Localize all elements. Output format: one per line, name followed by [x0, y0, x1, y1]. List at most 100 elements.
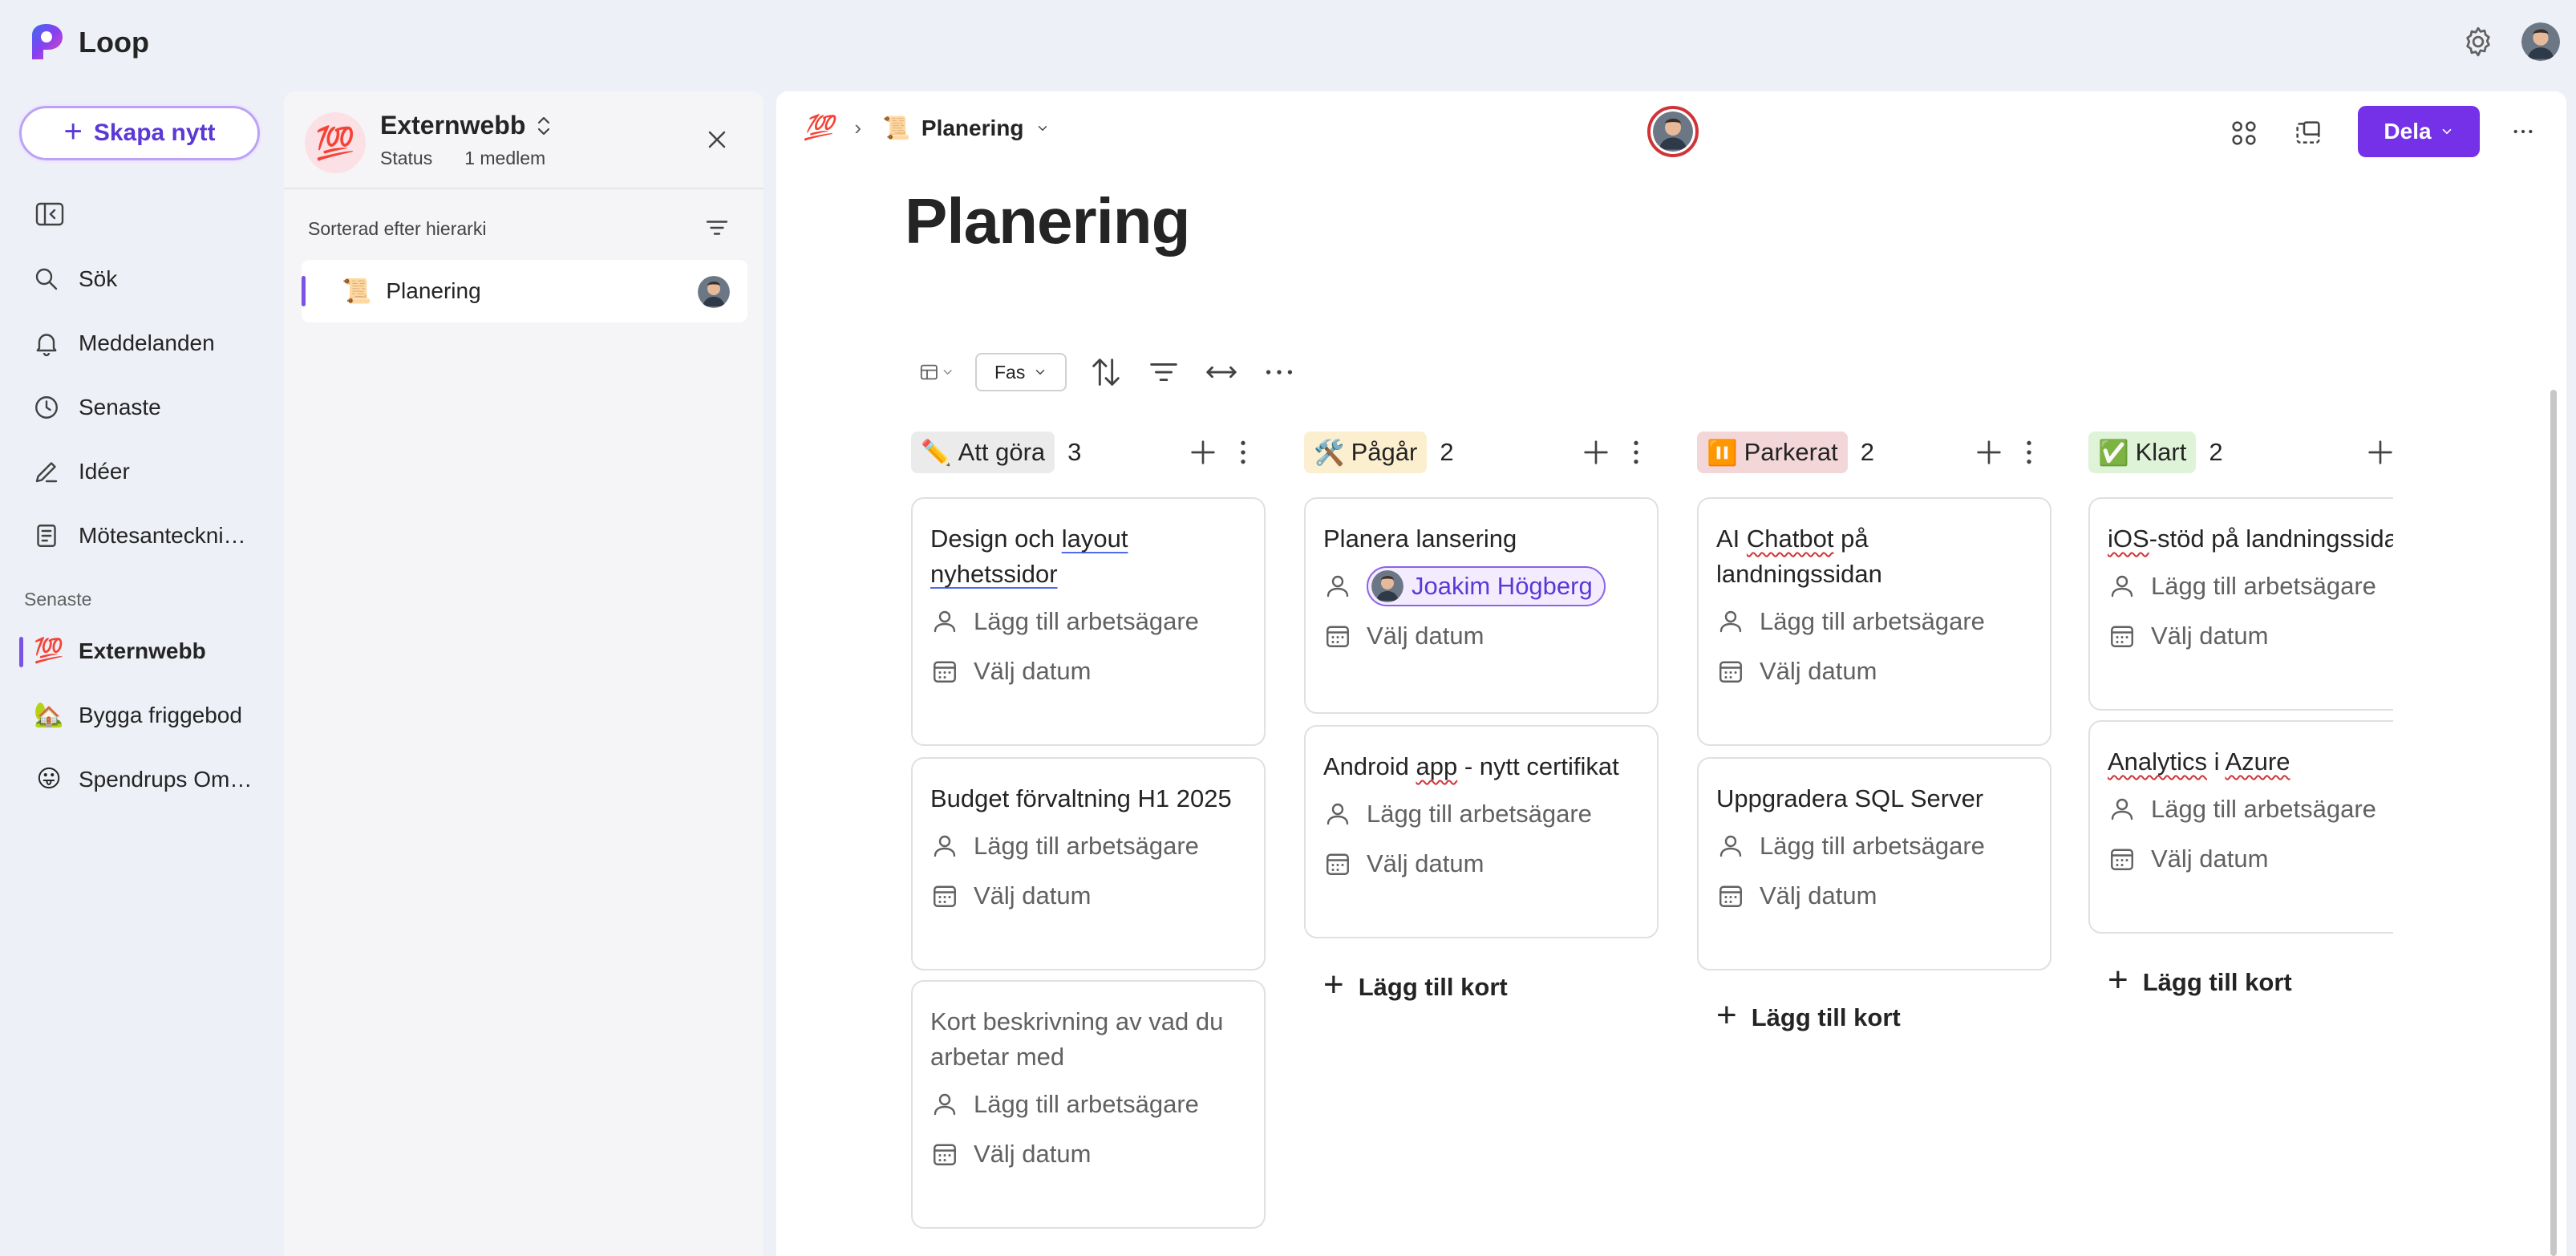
add-card-label: Lägg till kort: [2142, 968, 2292, 996]
collaborator-avatar[interactable]: [1647, 106, 1699, 157]
card-title[interactable]: AI Chatbot på landningssidan: [1716, 521, 2032, 592]
workspace-icon[interactable]: 💯: [305, 112, 366, 173]
board-card[interactable]: iOS-stöd på landningssidan Lägg till arb…: [2088, 497, 2393, 711]
calendar-icon: [930, 1140, 959, 1169]
owner-chip[interactable]: Joakim Högberg: [1367, 566, 1606, 606]
add-card-button[interactable]: + Lägg till kort: [1716, 998, 1901, 1033]
column-width-icon[interactable]: [1203, 354, 1240, 391]
collapse-sidebar-icon[interactable]: [35, 202, 64, 226]
workspace-item-bygga-friggebod[interactable]: 🏡 Bygga friggebod: [19, 690, 268, 741]
card-owner-row[interactable]: Lägg till arbetsägare: [2108, 561, 2393, 611]
nav-item-recent[interactable]: Senaste: [32, 383, 273, 431]
hundred-points-icon[interactable]: 💯: [804, 114, 833, 142]
card-date-row[interactable]: Välj datum: [930, 871, 1246, 921]
notes-icon: [37, 525, 56, 547]
nav-item-ideas[interactable]: Idéer: [32, 448, 273, 496]
board-card[interactable]: Uppgradera SQL Server Lägg till arbetsäg…: [1697, 757, 2051, 970]
board-card[interactable]: Analytics i Azure Lägg till arbetsägare …: [2088, 720, 2393, 934]
card-title[interactable]: Android app - nytt certifikat: [1323, 749, 1639, 784]
add-card-plus-icon[interactable]: [2364, 436, 2393, 468]
card-owner-row[interactable]: Lägg till arbetsägare: [930, 1080, 1246, 1129]
board-card-placeholder[interactable]: Kort beskrivning av vad du arbetar med L…: [911, 980, 1266, 1229]
page-item-planering[interactable]: 📜 Planering: [302, 260, 747, 322]
column-label-pill[interactable]: 🛠️ Pågår: [1304, 431, 1428, 473]
column-label-pill[interactable]: ✏️ Att göra: [911, 431, 1055, 473]
card-owner-row[interactable]: Lägg till arbetsägare: [1323, 789, 1639, 839]
chevron-down-icon: [2442, 128, 2451, 135]
card-title[interactable]: Planera lansering: [1323, 521, 1639, 557]
board-card[interactable]: Design och layout nyhetssidor Lägg till …: [911, 497, 1266, 746]
column-label-pill[interactable]: ⏸️ Parkerat: [1697, 431, 1848, 473]
workspace-title[interactable]: Externwebb: [380, 111, 553, 140]
card-date-row[interactable]: Välj datum: [1323, 611, 1639, 661]
card-owner-row[interactable]: Lägg till arbetsägare: [1716, 821, 2032, 871]
app-logo[interactable]: Loop: [27, 21, 149, 64]
card-title[interactable]: iOS-stöd på landningssidan: [2108, 521, 2393, 557]
card-date-row[interactable]: Välj datum: [1716, 871, 2032, 921]
add-card-button[interactable]: + Lägg till kort: [1323, 967, 1508, 1003]
column-menu-icon[interactable]: [1620, 436, 1652, 468]
workspace-item-externwebb[interactable]: 💯 Externwebb: [19, 626, 268, 677]
search-icon: [35, 268, 58, 290]
card-owner-row[interactable]: Lägg till arbetsägare: [930, 821, 1246, 871]
card-title[interactable]: Uppgradera SQL Server: [1716, 781, 2032, 816]
column-menu-icon[interactable]: [1227, 436, 1259, 468]
more-options-icon[interactable]: [2507, 119, 2539, 144]
page-title[interactable]: Planering: [905, 184, 1191, 258]
hundred-points-icon: 💯: [34, 638, 64, 664]
card-title[interactable]: Kort beskrivning av vad du arbetar med: [930, 1004, 1246, 1075]
user-avatar[interactable]: [2521, 22, 2560, 61]
more-options-icon[interactable]: [1261, 354, 1298, 391]
add-card-plus-icon[interactable]: [1580, 436, 1612, 468]
card-title[interactable]: Analytics i Azure: [2108, 744, 2393, 780]
breadcrumb-page-label: Planering: [921, 115, 1024, 140]
group-by-dropdown[interactable]: Fas: [975, 353, 1067, 391]
create-new-button[interactable]: + Skapa nytt: [19, 106, 260, 160]
breadcrumb-page[interactable]: 📜 Planering: [882, 115, 1049, 141]
board-card[interactable]: Planera lansering Joakim Högberg Välj da…: [1304, 497, 1659, 714]
vertical-scrollbar[interactable]: [2550, 390, 2557, 1256]
date-placeholder: Välj datum: [1760, 657, 1877, 685]
card-owner-row[interactable]: Lägg till arbetsägare: [2108, 784, 2393, 834]
filter-icon[interactable]: [703, 213, 731, 242]
card-date-row[interactable]: Välj datum: [1323, 839, 1639, 889]
nav-item-label: Sök: [79, 266, 118, 291]
card-title[interactable]: Budget förvaltning H1 2025: [930, 781, 1246, 816]
card-date-row[interactable]: Välj datum: [930, 646, 1246, 696]
board-card[interactable]: AI Chatbot på landningssidan Lägg till a…: [1697, 497, 2051, 746]
card-title[interactable]: Design och layout nyhetssidor: [930, 521, 1246, 592]
view-switcher[interactable]: [917, 354, 954, 391]
pencil-icon: [35, 462, 58, 483]
active-indicator: [302, 276, 306, 306]
workspace-status[interactable]: Status: [380, 148, 432, 169]
recent-section-label: Senaste: [24, 589, 92, 610]
tools-emoji-icon: 🛠️: [1314, 438, 1345, 467]
column-label-pill[interactable]: ✅ Klart: [2088, 431, 2197, 473]
card-date-row[interactable]: Välj datum: [2108, 611, 2393, 661]
board-card[interactable]: Budget förvaltning H1 2025 Lägg till arb…: [911, 757, 1266, 970]
card-owner-row[interactable]: Joakim Högberg: [1323, 561, 1639, 611]
card-date-row[interactable]: Välj datum: [1716, 646, 2032, 696]
card-owner-row[interactable]: Lägg till arbetsägare: [930, 597, 1246, 646]
sort-label: Sorterad efter hierarki: [308, 218, 487, 239]
add-card-plus-icon[interactable]: [1973, 436, 2005, 468]
nav-item-notifications[interactable]: Meddelanden: [32, 319, 273, 367]
close-icon[interactable]: [703, 125, 731, 154]
card-date-row[interactable]: Välj datum: [2108, 834, 2393, 884]
board-card[interactable]: Android app - nytt certifikat Lägg till …: [1304, 725, 1659, 938]
filter-icon[interactable]: [1145, 354, 1182, 391]
add-card-plus-icon[interactable]: [1187, 436, 1219, 468]
board-column-klart: ✅ Klart 2 iOS-stöd på landningssidan Läg…: [2088, 428, 2393, 998]
nav-item-meeting-notes[interactable]: Mötesanteckningar: [32, 512, 273, 560]
sort-icon[interactable]: [1088, 354, 1124, 391]
settings-gear-icon[interactable]: [2461, 24, 2496, 59]
pause-emoji-icon: ⏸️: [1707, 438, 1738, 467]
workspace-members[interactable]: 1 medlem: [464, 148, 545, 169]
column-menu-icon[interactable]: [2013, 436, 2045, 468]
add-card-button[interactable]: + Lägg till kort: [2108, 962, 2292, 998]
card-owner-row[interactable]: Lägg till arbetsägare: [1716, 597, 2032, 646]
workspace-item-spendrups[interactable]: 😛 Spendrups Omvärldsbevakning: [19, 754, 268, 805]
nav-item-search[interactable]: Sök: [32, 255, 273, 303]
owner-placeholder: Lägg till arbetsägare: [2151, 795, 2376, 823]
card-date-row[interactable]: Välj datum: [930, 1129, 1246, 1179]
